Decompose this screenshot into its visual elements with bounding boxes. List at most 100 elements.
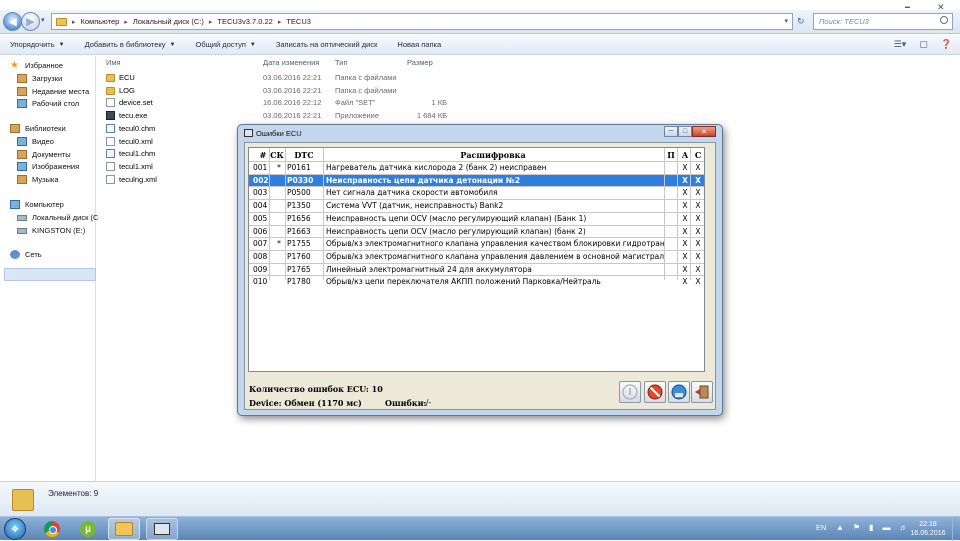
add-to-library-button[interactable]: Добавить в библиотеку ▼ — [75, 35, 186, 54]
network-tray-icon[interactable]: ▬ — [883, 523, 891, 532]
new-folder-button[interactable]: Новая папка — [387, 35, 451, 54]
volume-icon[interactable]: ♬ — [900, 523, 908, 532]
nav-libraries[interactable]: Библиотеки — [10, 124, 66, 133]
start-button[interactable]: ❖ — [4, 518, 26, 540]
taskbar-explorer[interactable] — [108, 518, 140, 540]
globe-save-icon — [671, 384, 687, 400]
back-button[interactable]: ◀ — [3, 12, 22, 31]
error-description: Неисправность цепи датчика детонации №2 — [326, 175, 521, 185]
taskbar: ❖ µ EN ▲ ⚑ ▮ ▬ ♬ 22:18 16.06.2016 — [0, 516, 960, 541]
taskbar-ecu-app[interactable] — [146, 518, 178, 540]
error-row[interactable]: 002 P0330 Неисправность цепи датчика детон… — [249, 173, 704, 187]
forward-button[interactable]: ▶ — [21, 12, 40, 31]
save-button[interactable] — [668, 381, 690, 403]
info-button[interactable] — [619, 381, 641, 403]
file-name: tecul0.chm — [119, 123, 156, 133]
error-row[interactable]: 004 P1350 Система VVT (датчик, неисправнос… — [249, 199, 704, 212]
desktop-icon — [17, 99, 27, 108]
chm-file-icon — [106, 149, 115, 159]
app-icon — [244, 129, 253, 137]
column-size[interactable]: Размер — [407, 58, 433, 67]
error-dtc: P1656 — [287, 213, 311, 223]
nav-documents[interactable]: Документы — [17, 150, 71, 159]
nav-video[interactable]: Видео — [17, 137, 54, 146]
error-flag-c: X — [695, 175, 701, 185]
nav-desktop[interactable]: Рабочий стол — [17, 99, 79, 108]
help-icon[interactable]: ❓ — [941, 39, 952, 50]
error-row[interactable]: 005 P1656 Неисправность цепи OCV (масло ре… — [249, 211, 704, 225]
nav-favorites[interactable]: ★ Избранное — [10, 61, 63, 71]
clock[interactable]: 22:18 16.06.2016 — [908, 520, 948, 538]
music-icon — [17, 175, 27, 184]
error-row[interactable]: 009 P1765 Линейный электромагнитный 24 для… — [249, 262, 704, 276]
taskbar-chrome[interactable] — [36, 518, 68, 540]
images-icon — [17, 162, 27, 171]
device-status: Device: Обмен (1170 мс) — [249, 398, 362, 408]
maximize-icon[interactable]: □ — [678, 126, 692, 137]
minimize-icon[interactable]: ━ — [905, 3, 917, 12]
nav-downloads[interactable]: Загрузки — [17, 74, 62, 83]
nav-network[interactable]: Сеть — [10, 250, 42, 259]
nav-recent[interactable]: Недавние места — [17, 87, 89, 96]
file-row[interactable]: ECU 03.06.2016 22:21 Папка с файлами — [96, 72, 536, 85]
error-row[interactable]: 006 P1663 Неисправность цепи OCV (масло ре… — [249, 224, 704, 238]
minimize-icon[interactable]: ─ — [664, 126, 678, 137]
close-icon[interactable]: ✕ — [692, 126, 716, 137]
battery-icon[interactable]: ▮ — [869, 523, 873, 532]
organize-button[interactable]: Упорядочить ▼ — [0, 35, 75, 54]
refresh-icon[interactable]: ↻ — [797, 13, 809, 30]
breadcrumb-tecu3v[interactable]: TECU3v3.7.0.22 — [217, 17, 272, 26]
file-date: 03.06.2016 22:21 — [263, 85, 322, 95]
address-bar: ◀ ▶ ▾ ▸ Компьютер ▸ Локальный диск (C:) … — [0, 2, 960, 34]
share-button[interactable]: Общий доступ ▼ — [186, 35, 266, 54]
error-row[interactable]: 010 P1780 Обрыв/кз цепи переключателя АКПП… — [249, 275, 704, 288]
header-ck: СК — [270, 150, 284, 160]
error-num: 007 — [253, 239, 268, 249]
file-row[interactable]: tecu.exe 03.06.2016 22:21 Приложение 1 684 … — [96, 110, 536, 123]
address-dropdown-icon[interactable]: ▾ — [784, 17, 788, 25]
file-row[interactable]: LOG 03.06.2016 22:21 Папка с файлами — [96, 85, 536, 98]
error-row[interactable]: 001 * P0161 Нагреватель датчика кислорода 2… — [249, 161, 704, 174]
breadcrumb-computer[interactable]: Компьютер — [81, 17, 120, 26]
column-date[interactable]: Дата изменения — [263, 58, 319, 67]
file-row[interactable]: device.set 16.06.2016 22:12 Файл "SET" 1 КБ — [96, 97, 536, 110]
file-date: 16.06.2016 22:12 — [263, 98, 322, 108]
error-row[interactable]: 003 P0500 Нет сигнала датчика скорости авт… — [249, 186, 704, 199]
nav-images[interactable]: Изображения — [17, 162, 79, 171]
column-name[interactable]: Имя — [106, 58, 121, 67]
computer-icon — [10, 200, 20, 209]
error-description: Нагреватель датчика кислорода 2 (банк 2)… — [326, 163, 547, 172]
error-row[interactable]: 007 * P1755 Обрыв/кз электромагнитного клап… — [249, 237, 704, 250]
taskbar-utorrent[interactable]: µ — [72, 518, 104, 540]
address-box[interactable]: ▸ Компьютер ▸ Локальный диск (C:) ▸ TECU… — [51, 13, 793, 30]
column-type[interactable]: Тип — [335, 58, 348, 67]
close-icon[interactable]: ✕ — [937, 2, 945, 13]
error-dtc: P0330 — [287, 175, 314, 185]
clock-date: 16.06.2016 — [910, 530, 946, 537]
nav-computer[interactable]: Компьютер — [10, 200, 64, 209]
language-indicator[interactable]: EN — [816, 523, 826, 532]
search-input[interactable]: Поиск: TECU3 — [813, 13, 953, 30]
item-count: Элементов: 9 — [48, 489, 99, 498]
tray-arrow-icon[interactable]: ▲ — [836, 523, 844, 532]
show-desktop-button[interactable] — [952, 517, 960, 541]
error-num: 005 — [253, 213, 268, 223]
nav-local-disk[interactable]: Локальный диск (C — [17, 213, 98, 222]
preview-pane-icon[interactable]: ▢ — [919, 39, 928, 50]
burn-button[interactable]: Записать на оптический диск — [266, 35, 388, 54]
nav-music[interactable]: Музыка — [17, 175, 59, 184]
view-options-icon[interactable]: ☰▾ — [894, 39, 907, 50]
nav-kingston[interactable]: KINGSTON (E:) — [17, 226, 85, 235]
flag-icon[interactable]: ⚑ — [853, 523, 860, 532]
explorer-icon — [115, 522, 133, 536]
folder-file-icon — [106, 86, 115, 95]
error-row[interactable]: 008 P1760 Обрыв/кз электромагнитного клапа… — [249, 249, 704, 263]
breadcrumb-tecu3[interactable]: TECU3 — [286, 17, 311, 26]
error-flag-c: X — [695, 264, 701, 274]
doc-file-icon — [106, 174, 115, 184]
clear-errors-button[interactable] — [644, 381, 666, 403]
error-num: 004 — [253, 201, 268, 211]
breadcrumb-local-disk[interactable]: Локальный диск (C:) — [133, 17, 204, 26]
exit-button[interactable] — [691, 381, 713, 403]
history-dropdown-icon[interactable]: ▾ — [41, 16, 45, 24]
